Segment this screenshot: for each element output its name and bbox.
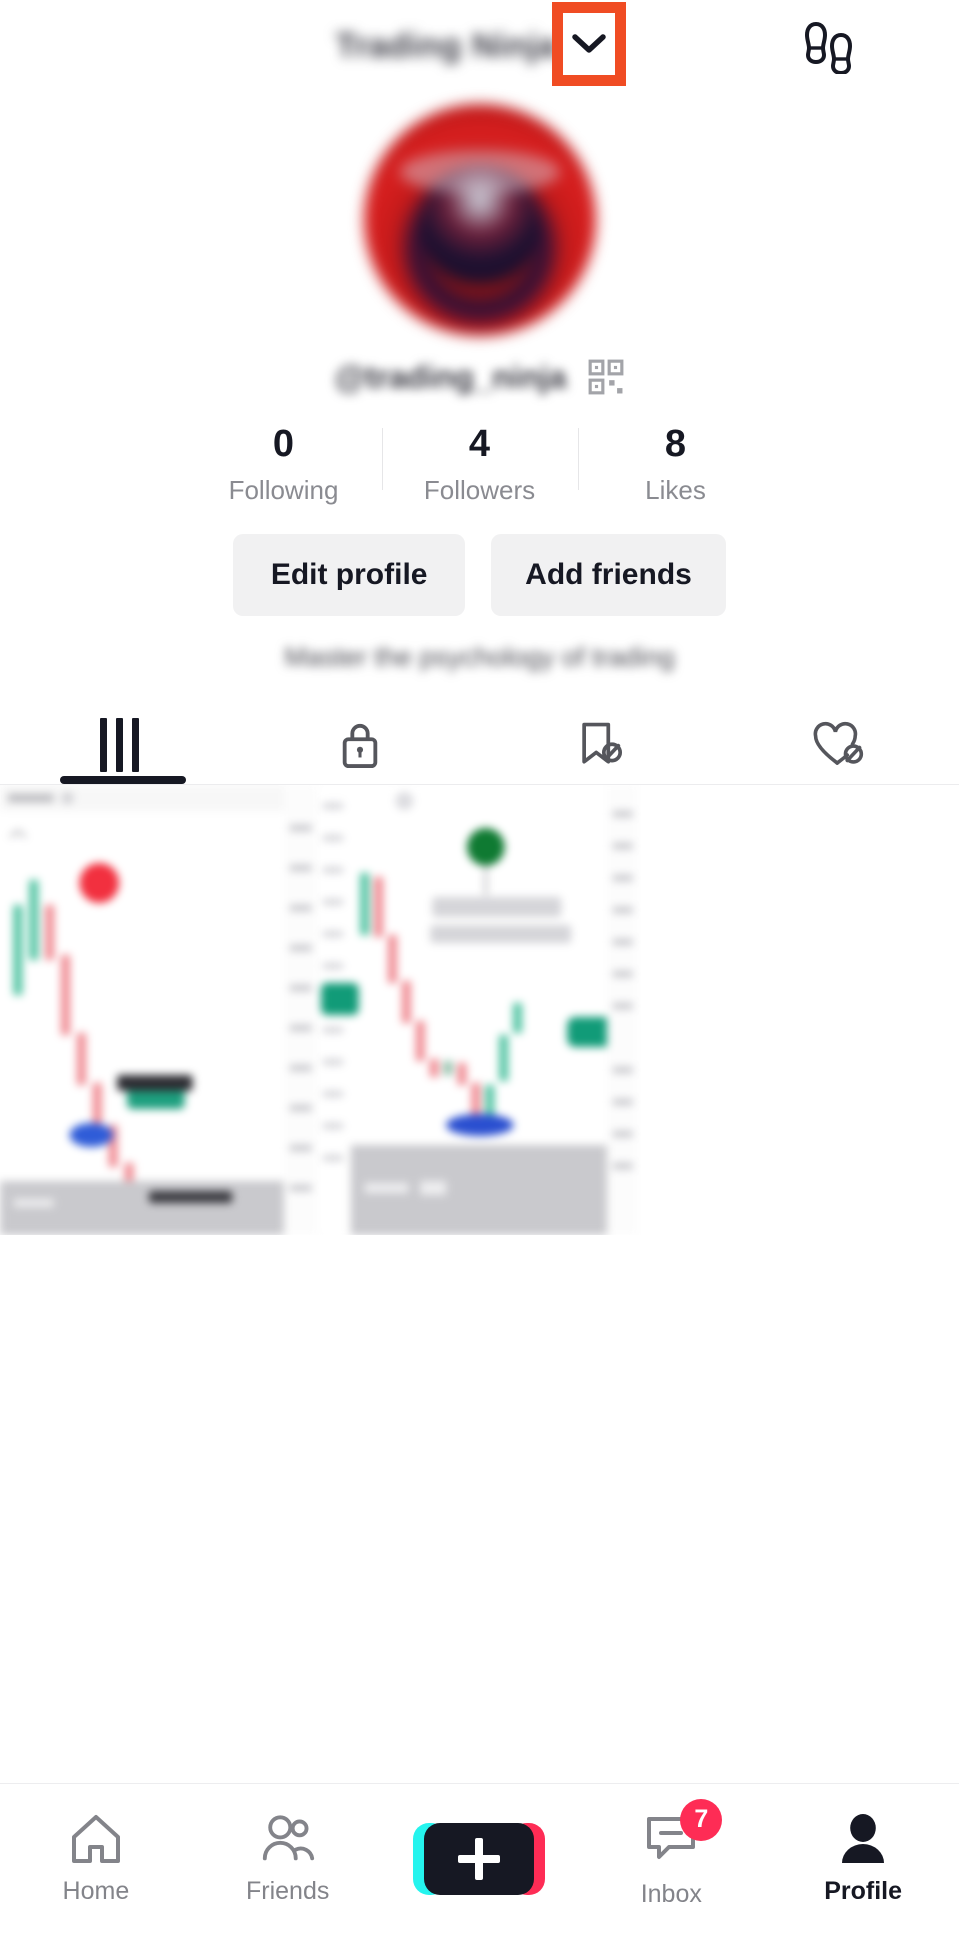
footprints-icon [804, 21, 853, 74]
nav-label: Inbox [640, 1879, 702, 1908]
app-header: Trading Ninja [0, 0, 959, 92]
username-text: @trading_ninja [334, 358, 567, 395]
avatar[interactable] [363, 104, 596, 336]
stat-label: Likes [645, 474, 706, 505]
inbox-icon-wrap: 7 [642, 1798, 723, 1870]
stat-value: 4 [468, 423, 491, 465]
add-friends-button[interactable]: Add friends [491, 533, 726, 616]
stat-likes[interactable]: 8 Likes [577, 422, 774, 506]
stat-value: 0 [272, 423, 295, 465]
video-grid [0, 784, 959, 1235]
heart-slash-icon [813, 722, 864, 766]
inbox-badge: 7 [680, 1798, 723, 1841]
person-icon [842, 1814, 885, 1863]
grid-bar [116, 718, 124, 773]
profile-tabs [0, 707, 959, 785]
tab-saved[interactable] [480, 707, 720, 784]
chevron-down-icon [572, 34, 606, 53]
stat-label: Followers [423, 474, 536, 505]
grid-bar [132, 718, 140, 773]
home-icon [71, 1815, 120, 1863]
stat-value: 8 [664, 423, 687, 465]
nav-inbox[interactable]: 7 Inbox [575, 1798, 767, 1909]
video-thumbnail-1[interactable] [0, 784, 318, 1235]
tiktok-profile-screen: Trading Ninja @trading_ninja 0 Following… [0, 0, 959, 1933]
qr-code-icon[interactable] [587, 358, 625, 396]
bottom-navigation: Home Friends 7 Inbox Profile [0, 1783, 959, 1933]
footprints-button[interactable] [803, 18, 855, 74]
stat-followers[interactable]: 4 Followers [381, 422, 578, 506]
nav-profile[interactable]: Profile [767, 1811, 959, 1906]
tab-liked[interactable] [719, 707, 959, 784]
video-thumbnail-3[interactable] [641, 784, 959, 1235]
profile-stats: 0 Following 4 Followers 8 Likes [0, 422, 959, 506]
create-button-wrap [413, 1822, 546, 1895]
nav-home[interactable]: Home [0, 1811, 192, 1906]
grid-bar [100, 718, 108, 773]
active-tab-indicator [60, 775, 186, 784]
candlestick-chart-preview [0, 784, 318, 1235]
nav-label: Profile [824, 1877, 902, 1905]
profile-bio: Master the psychology of trading [284, 641, 675, 672]
tab-private[interactable] [240, 707, 480, 784]
avatar-container [0, 104, 959, 336]
profile-actions: Edit profile Add friends [0, 533, 959, 616]
plus-icon [458, 1837, 501, 1880]
username-row: @trading_ninja [0, 358, 959, 396]
lock-icon [342, 724, 377, 769]
chevron-down-button[interactable] [552, 2, 626, 86]
grid-icon [100, 718, 140, 773]
stat-following[interactable]: 0 Following [186, 422, 382, 506]
edit-profile-button[interactable]: Edit profile [233, 533, 466, 616]
friends-icon [262, 1815, 314, 1861]
header-actions [803, 0, 941, 92]
hamburger-menu-button[interactable] [895, 28, 941, 64]
tab-posts[interactable] [0, 707, 240, 784]
create-button[interactable] [413, 1822, 546, 1895]
candlestick-chart-preview [320, 784, 639, 1235]
nav-create[interactable] [384, 1822, 576, 1895]
bookmark-slash-icon [582, 723, 623, 764]
nav-friends[interactable]: Friends [192, 1811, 384, 1906]
page-title: Trading Ninja [335, 26, 558, 65]
video-thumbnail-2[interactable] [320, 784, 639, 1235]
stat-label: Following [228, 474, 339, 505]
nav-label: Friends [246, 1877, 330, 1905]
nav-label: Home [62, 1877, 130, 1905]
